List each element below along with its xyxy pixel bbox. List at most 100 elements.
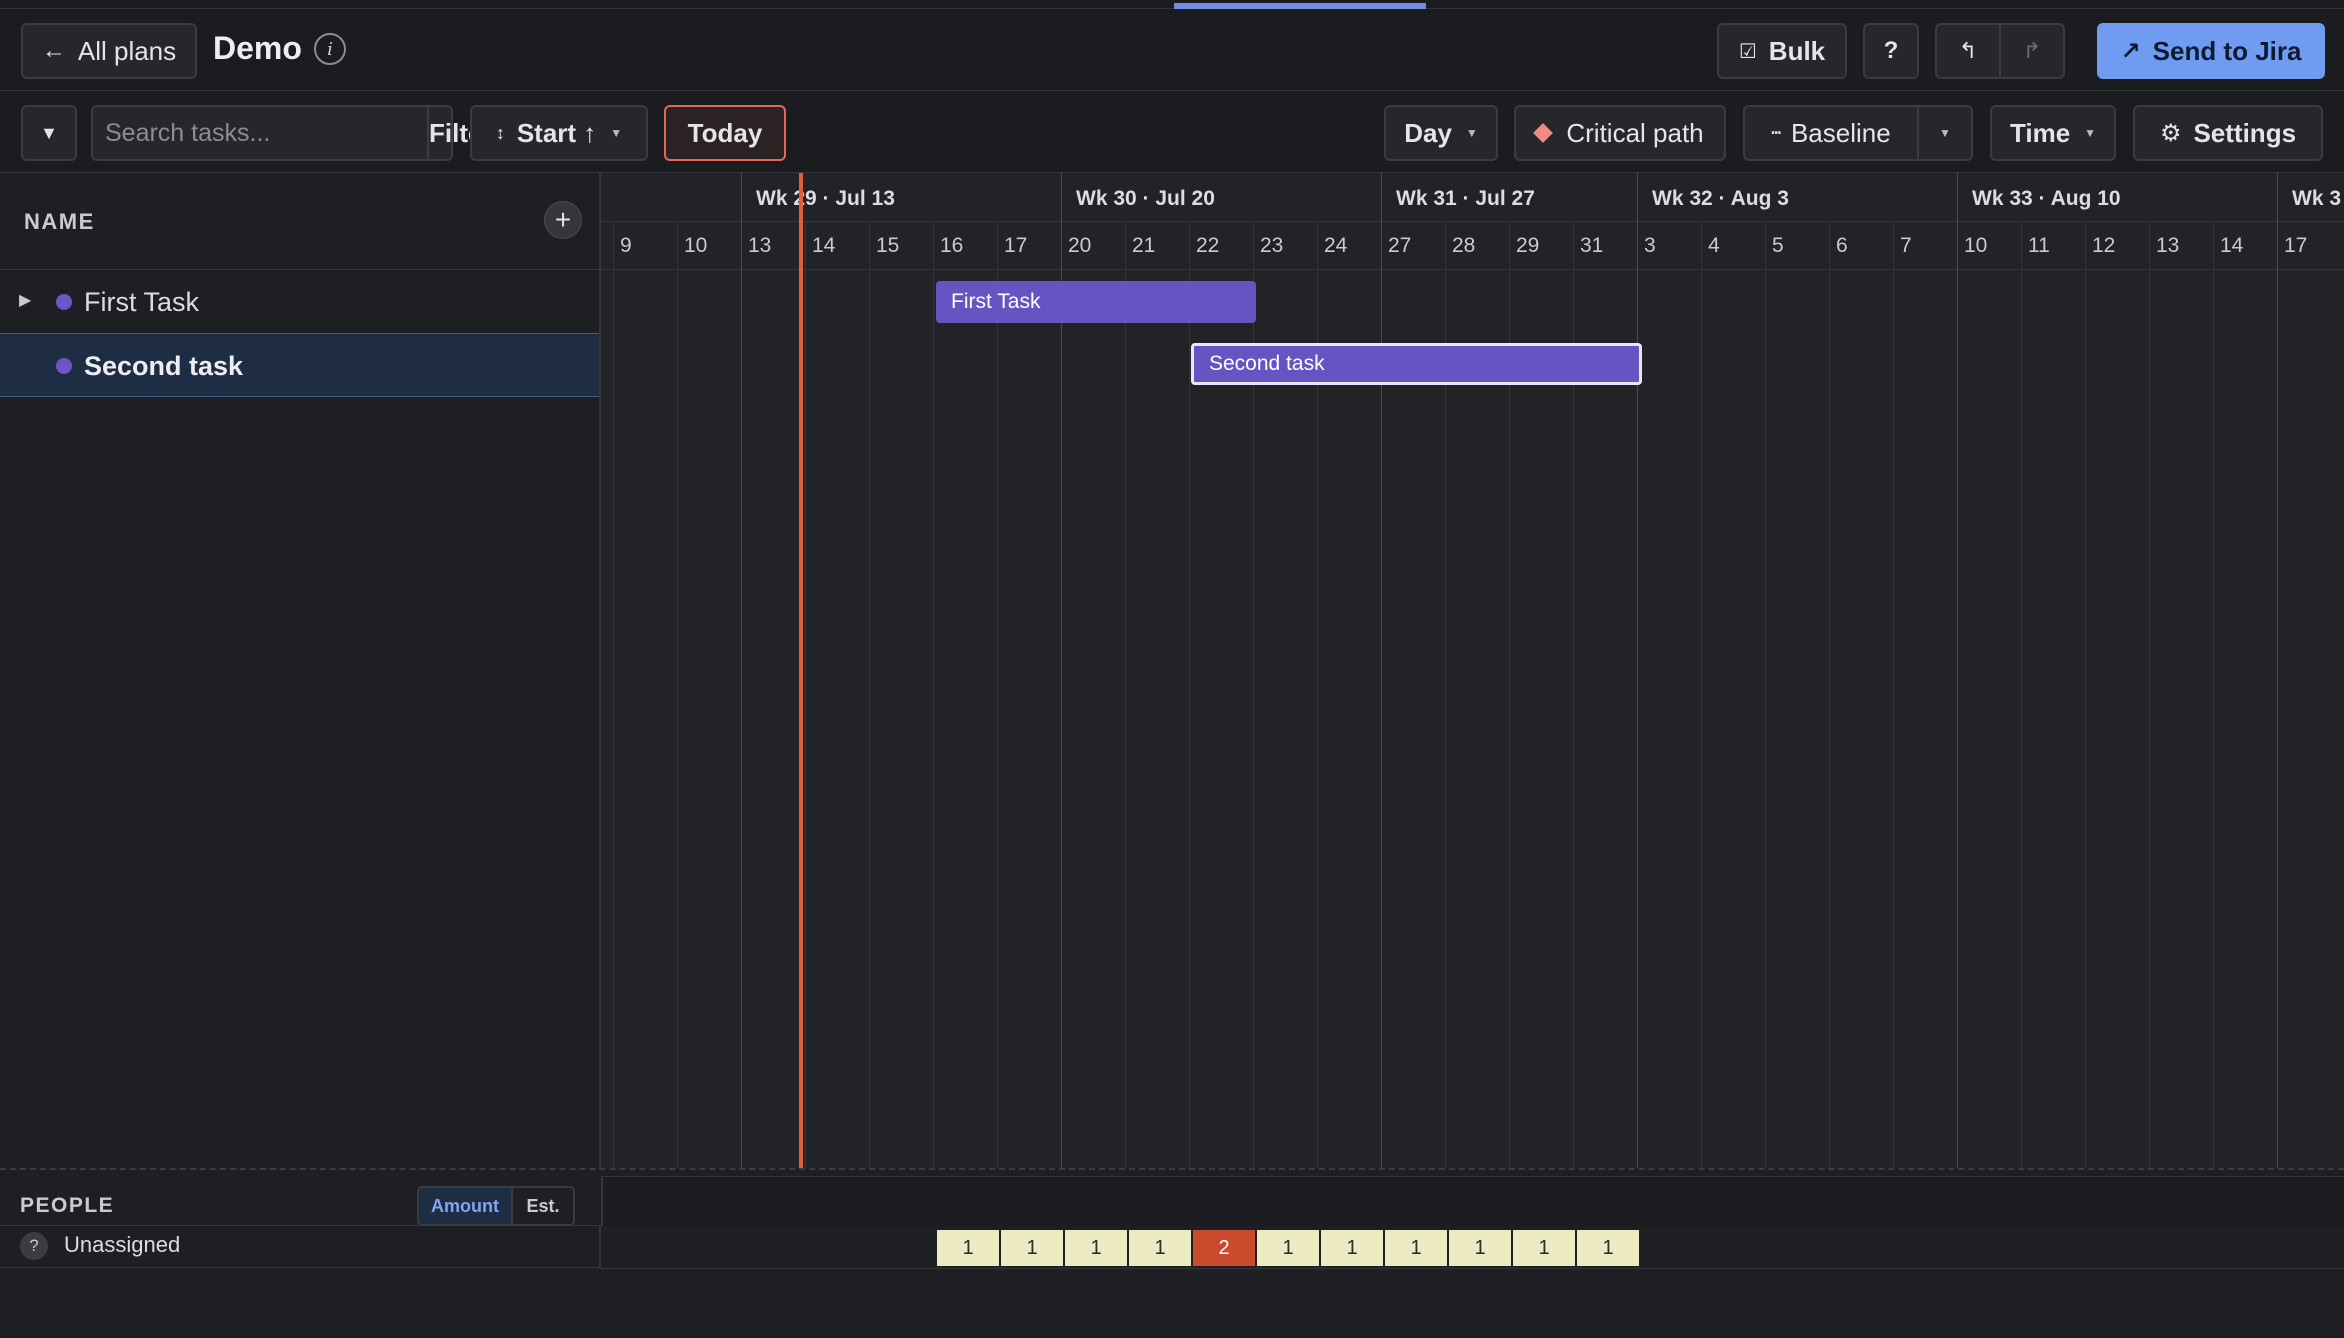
day-label: 22 <box>1196 234 1220 257</box>
zoom-select[interactable]: Day ▼ <box>1384 105 1498 161</box>
amount-toggle-option[interactable]: Amount <box>419 1188 513 1224</box>
task-bar-first-task[interactable]: First Task <box>936 281 1256 323</box>
day-label: 21 <box>1132 234 1156 257</box>
collapse-all-button[interactable]: ▼ <box>21 105 77 161</box>
expand-arrow-icon[interactable]: ▶ <box>19 290 31 310</box>
zoom-label: Day <box>1404 117 1452 148</box>
day-label: 23 <box>1260 234 1284 257</box>
unassigned-label: Unassigned <box>64 1232 181 1257</box>
redo-button[interactable]: ↱ <box>1999 23 2065 79</box>
day-label: 28 <box>1452 234 1476 257</box>
day-gridline <box>613 222 614 1168</box>
week-label: Wk 31 · Jul 27 <box>1396 187 1535 210</box>
day-label: 5 <box>1772 234 1784 257</box>
day-gridline <box>2021 222 2022 1168</box>
app-header: ← All plans Demo i ☑ Bulk ? ↰ ↱ ↗ Send t… <box>0 9 2344 91</box>
week-label: Wk 33 · Aug 10 <box>1972 187 2121 210</box>
unknown-user-icon: ? <box>20 1232 48 1260</box>
arrow-left-icon: ← <box>41 37 66 64</box>
day-label: 14 <box>2220 234 2244 257</box>
caret-down-icon: ▼ <box>1465 126 1478 140</box>
day-label: 7 <box>1900 234 1912 257</box>
workload-cell: 1 <box>1257 1230 1319 1266</box>
week-label: Wk 30 · Jul 20 <box>1076 187 1215 210</box>
workload-cell-overloaded: 2 <box>1193 1230 1255 1266</box>
critical-path-label: Critical path <box>1566 117 1704 148</box>
day-gridline <box>1765 222 1766 1168</box>
task-bar-second-task[interactable]: Second task <box>1191 343 1642 385</box>
search-group: Filter <box>91 105 493 161</box>
sort-label: Start ↑ <box>516 117 597 148</box>
amount-est-toggle: Amount Est. <box>417 1186 575 1226</box>
week-gridline <box>741 173 742 1168</box>
day-label: 9 <box>620 234 632 257</box>
caret-down-icon: ▼ <box>1939 126 1951 140</box>
workload-cell: 1 <box>1577 1230 1639 1266</box>
day-label: 24 <box>1324 234 1348 257</box>
estimate-toggle-option[interactable]: Est. <box>513 1188 573 1224</box>
workload-cell: 1 <box>1449 1230 1511 1266</box>
plan-title: Demo <box>213 30 302 66</box>
week-label: Wk 3 <box>2292 187 2342 210</box>
all-plans-button[interactable]: ← All plans <box>21 23 197 79</box>
today-button[interactable]: Today <box>664 105 786 161</box>
day-gridline <box>1189 222 1190 1168</box>
baseline-button[interactable]: ┅ Baseline <box>1743 105 1919 161</box>
bulk-button[interactable]: ☑ Bulk <box>1717 23 1847 79</box>
day-gridline <box>2149 222 2150 1168</box>
baseline-dropdown[interactable]: ▼ <box>1917 105 1973 161</box>
day-label: 20 <box>1068 234 1092 257</box>
gantt-timeline[interactable]: Wk 29 · Jul 13 Wk 30 · Jul 20 Wk 31 · Ju… <box>601 173 2344 1168</box>
info-icon[interactable]: i <box>314 33 346 65</box>
day-gridline <box>2213 222 2214 1168</box>
diamond-icon <box>1533 123 1554 143</box>
sort-button[interactable]: ↕ Start ↑ ▼ <box>470 105 648 161</box>
unassigned-row[interactable]: ? Unassigned <box>0 1226 601 1268</box>
day-gridline <box>1829 222 1830 1168</box>
search-input[interactable] <box>93 107 429 159</box>
day-label: 17 <box>1004 234 1028 257</box>
week-gridline <box>2277 173 2278 1168</box>
sort-icon: ↕ <box>495 122 505 143</box>
task-row-second-task[interactable]: Second task <box>0 333 599 397</box>
day-label: 27 <box>1388 234 1412 257</box>
day-header-row: 9 10 13 14 15 16 17 20 21 22 23 24 27 28 29 31 3 4 5 6 7 10 11… <box>601 222 2344 270</box>
task-color-dot <box>56 294 72 310</box>
week-label: Wk 32 · Aug 3 <box>1652 187 1789 210</box>
workload-cell: 1 <box>1129 1230 1191 1266</box>
day-label: 13 <box>2156 234 2180 257</box>
day-label: 14 <box>812 234 836 257</box>
day-label: 6 <box>1836 234 1848 257</box>
settings-button[interactable]: ⚙ Settings <box>2133 105 2323 161</box>
day-label: 12 <box>2092 234 2116 257</box>
task-list-panel: NAME + ▶ First Task Second task <box>0 173 601 1173</box>
add-task-button[interactable]: + <box>544 201 582 239</box>
undo-button[interactable]: ↰ <box>1935 23 2001 79</box>
workload-cell: 1 <box>1065 1230 1127 1266</box>
people-panel: PEOPLE Amount Est. ? Unassigned 11112111… <box>0 1168 2344 1338</box>
send-to-jira-button[interactable]: ↗ Send to Jira <box>2097 23 2325 79</box>
day-gridline <box>2085 222 2086 1168</box>
task-color-dot <box>56 358 72 374</box>
day-gridline <box>677 222 678 1168</box>
task-name: Second task <box>84 351 244 381</box>
bulk-label: Bulk <box>1768 35 1826 66</box>
day-label: 13 <box>748 234 772 257</box>
week-gridline <box>1381 173 1382 1168</box>
redo-icon: ↱ <box>2022 38 2042 63</box>
all-plans-label: All plans <box>77 35 177 66</box>
external-arrow-icon: ↗ <box>2120 37 2141 65</box>
people-section-label: PEOPLE <box>20 1194 115 1217</box>
day-label: 10 <box>684 234 708 257</box>
time-select[interactable]: Time ▼ <box>1990 105 2116 161</box>
day-label: 16 <box>940 234 964 257</box>
plus-icon: + <box>554 204 572 235</box>
task-row-first-task[interactable]: ▶ First Task <box>0 270 599 334</box>
critical-path-button[interactable]: Critical path <box>1514 105 1726 161</box>
day-label: 11 <box>2028 234 2050 257</box>
triangle-down-icon: ▼ <box>40 122 58 143</box>
divider <box>601 1268 2344 1269</box>
help-button[interactable]: ? <box>1863 23 1919 79</box>
day-label: 29 <box>1516 234 1540 257</box>
name-column-header: NAME <box>24 209 95 234</box>
